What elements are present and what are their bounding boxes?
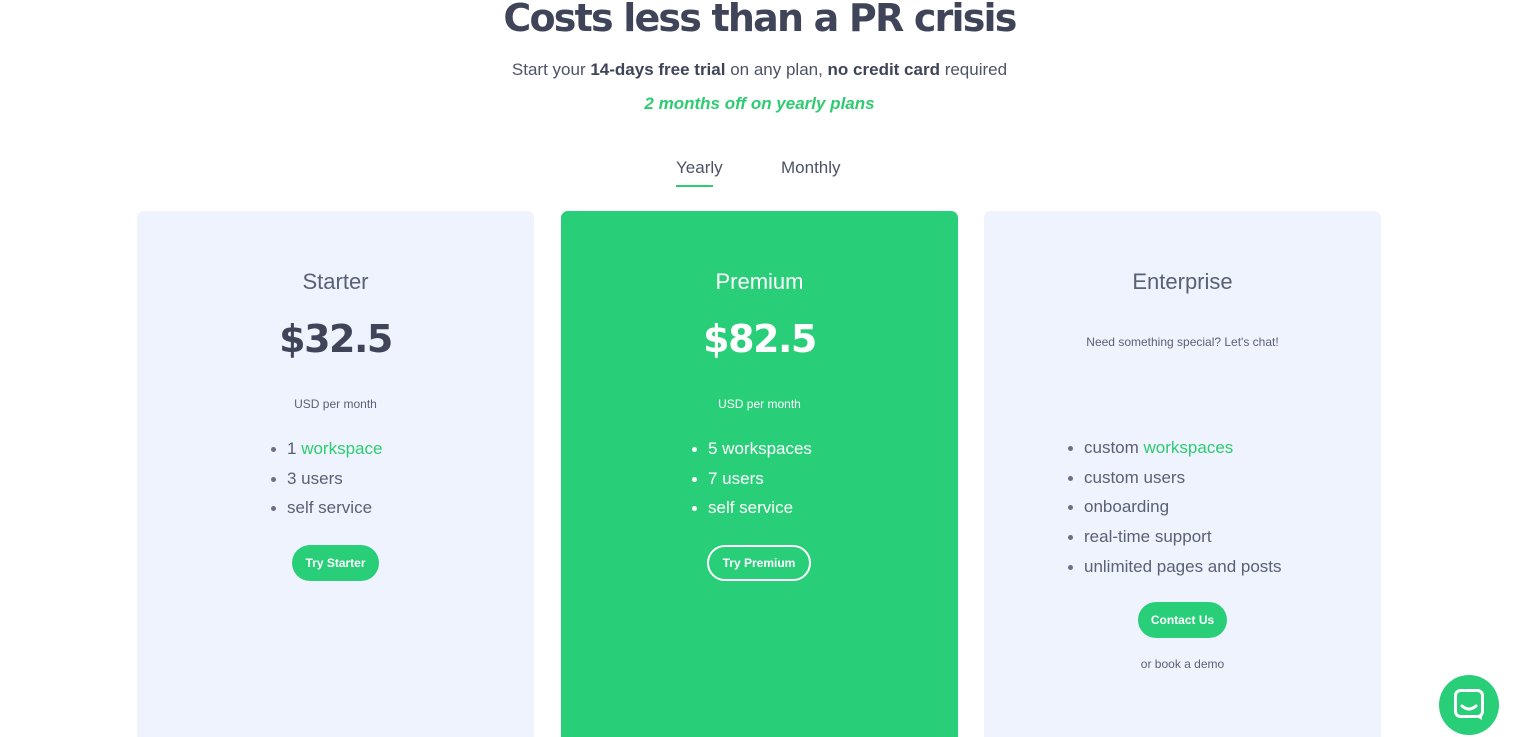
feature-list: 1 workspace 3 users self service [271,434,521,523]
subtitle: Start your 14-days free trial on any pla… [0,60,1519,80]
plan-tagline: Need something special? Let's chat! [1086,335,1279,349]
subtitle-trial: 14-days free trial [590,60,726,79]
feature-item: onboarding [1068,492,1368,522]
plan-period: USD per month [294,397,377,411]
page-title: Costs less than a PR crisis [503,0,1017,40]
feature-item: unlimited pages and posts [1068,552,1368,582]
feature-prefix: 1 [287,439,302,458]
subtitle-suffix: required [939,60,1008,79]
plan-name: Premium [715,269,804,294]
feature-list: 5 workspaces 7 users self service [692,434,942,523]
plan-card-enterprise: Enterprise Need something special? Let's… [984,211,1381,737]
active-tab-indicator [676,185,713,187]
plan-period: USD per month [718,397,801,411]
plan-name: Enterprise [1132,269,1233,294]
tab-yearly[interactable]: Yearly [676,158,723,178]
feature-item: real-time support [1068,522,1368,552]
contact-us-button[interactable]: Contact Us [1138,602,1227,638]
promo-text: 2 months off on yearly plans [644,94,875,113]
feature-item: 5 workspaces [692,434,942,464]
chat-launcher-button[interactable] [1439,675,1499,735]
pricing-page: Costs less than a PR crisis Start your 1… [0,0,1519,737]
plan-card-starter: Starter $32.5 USD per month 1 workspace … [137,211,534,737]
billing-tabs: Yearly Monthly [0,158,1519,188]
feature-highlight: workspace [301,439,383,458]
feature-item: 7 users [692,464,942,494]
subtitle-prefix: Start your [511,60,591,79]
feature-highlight: workspaces [1143,438,1234,457]
feature-item: self service [271,493,521,523]
try-starter-button[interactable]: Try Starter [292,545,379,581]
plan-price: $32.5 [279,317,393,361]
feature-item: 1 workspace [271,434,521,464]
feature-item: self service [692,493,942,523]
feature-prefix: custom [1084,438,1144,457]
subtitle-middle: on any plan, [725,60,828,79]
try-premium-button[interactable]: Try Premium [707,545,811,581]
subtitle-no-card: no credit card [827,60,940,79]
plan-name: Starter [302,269,369,294]
chat-bubble-icon [1454,689,1484,720]
book-demo-link[interactable]: or book a demo [984,657,1381,671]
feature-item: 3 users [271,464,521,494]
plan-card-premium: Premium $82.5 USD per month 5 workspaces… [561,211,958,737]
feature-item: custom workspaces [1068,433,1368,463]
feature-list: custom workspaces custom users onboardin… [1068,433,1368,582]
feature-item: custom users [1068,463,1368,493]
plan-price: $82.5 [703,317,817,361]
tab-monthly[interactable]: Monthly [781,158,841,178]
